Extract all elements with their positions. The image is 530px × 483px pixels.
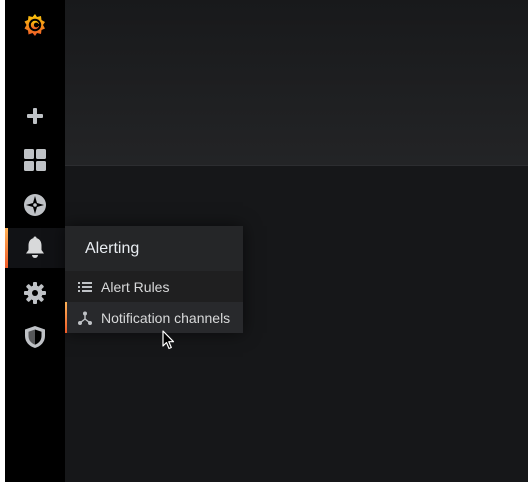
alerting-menu-title-text: Alerting <box>85 239 140 257</box>
shield-icon[interactable] <box>5 317 65 357</box>
alerting-menu-title[interactable]: Alerting <box>65 226 243 271</box>
menu-item-alert-rules[interactable]: Alert Rules <box>65 271 243 302</box>
grafana-logo-icon[interactable] <box>5 6 65 46</box>
sidebar <box>5 0 65 483</box>
alerting-menu: Alerting Alert Rules Notification channe… <box>65 226 243 333</box>
grafana-window: Alerting Alert Rules Notification channe… <box>0 0 530 483</box>
dashboards-icon[interactable] <box>5 140 65 180</box>
gear-icon[interactable] <box>5 273 65 313</box>
menu-item-label: Notification channels <box>101 309 231 326</box>
list-icon <box>77 279 93 295</box>
explore-compass-icon[interactable] <box>5 185 65 225</box>
plus-icon[interactable] <box>5 96 65 136</box>
menu-item-label: Alert Rules <box>101 278 170 295</box>
share-nodes-icon <box>77 310 93 326</box>
mouse-cursor-icon <box>162 330 176 355</box>
bell-icon[interactable] <box>5 228 65 268</box>
menu-item-notification-channels[interactable]: Notification channels <box>65 302 243 333</box>
page-header <box>65 0 530 166</box>
